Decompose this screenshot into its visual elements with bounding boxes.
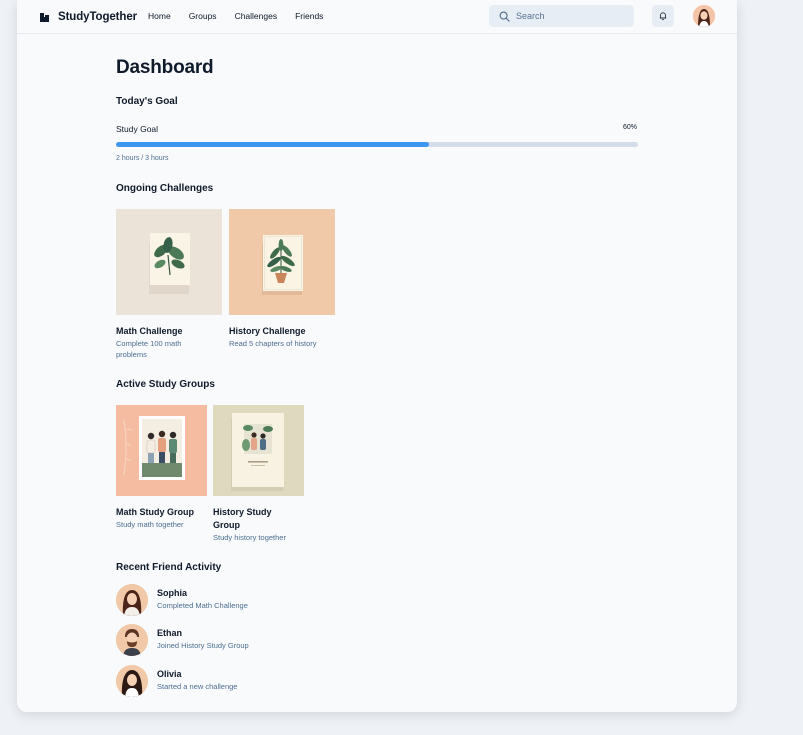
challenges-heading: Ongoing Challenges [116, 183, 214, 194]
goal-progress-bar [116, 142, 638, 147]
friend-avatar-ethan-icon [116, 624, 148, 656]
todays-goal-heading: Today's Goal [116, 96, 178, 107]
friend-avatar[interactable] [116, 624, 148, 656]
friend-avatar[interactable] [116, 584, 148, 616]
nav-friends-link[interactable]: Friends [295, 11, 323, 21]
friend-activity-text: Started a new challenge [157, 682, 238, 691]
search-icon [499, 11, 510, 22]
study-group-card-history[interactable] [213, 405, 304, 496]
friend-name: Sophia [157, 588, 188, 598]
friend-name: Ethan [157, 628, 183, 638]
friend-avatar-sophia-icon [116, 584, 148, 616]
top-nav: StudyTogether Home Groups Challenges Fri… [17, 0, 737, 34]
goal-percent: 60% [622, 124, 637, 131]
study-group-card-math[interactable] [116, 405, 207, 496]
friends-group-poster-icon [213, 405, 304, 496]
goal-detail: 2 hours / 3 hours [116, 155, 169, 162]
friend-activity-text: Completed Math Challenge [157, 601, 248, 610]
friends-group-poster-icon [116, 405, 207, 496]
friend-activity-item[interactable]: Olivia Started a new challenge [116, 665, 416, 697]
app-window: StudyTogether Home Groups Challenges Fri… [17, 0, 737, 712]
friend-activity-heading: Recent Friend Activity [116, 562, 222, 573]
study-group-subtitle: Study history together [213, 533, 286, 542]
bell-icon [659, 12, 667, 21]
challenge-title[interactable]: Math Challenge [116, 325, 222, 338]
challenge-card-math[interactable] [116, 209, 222, 315]
notifications-button[interactable] [652, 5, 674, 27]
friend-activity-text: Joined History Study Group [157, 641, 249, 650]
search-input[interactable] [516, 11, 626, 21]
logo-icon [40, 12, 49, 22]
leaf-card-art-icon [116, 209, 222, 315]
challenge-subtitle: Complete 100 math problems [116, 339, 182, 359]
study-group-title[interactable]: History Study Group [213, 506, 293, 532]
nav-challenges-link[interactable]: Challenges [235, 11, 278, 21]
page-title: Dashboard [116, 57, 214, 78]
study-group-title[interactable]: Math Study Group [116, 506, 211, 519]
study-group-subtitle: Study math together [116, 520, 184, 529]
user-avatar[interactable] [693, 5, 715, 27]
nav-home-link[interactable]: Home [148, 11, 171, 21]
friend-activity-item[interactable]: Sophia Completed Math Challenge [116, 584, 416, 616]
challenge-title[interactable]: History Challenge [229, 325, 349, 338]
friend-avatar-olivia-icon [116, 665, 148, 697]
friend-activity-item[interactable]: Ethan Joined History Study Group [116, 624, 416, 656]
nav-groups-link[interactable]: Groups [189, 11, 217, 21]
friend-name: Olivia [157, 669, 182, 679]
potted-plant-card-art-icon [229, 209, 335, 315]
search-box[interactable] [489, 5, 634, 27]
challenge-card-history[interactable] [229, 209, 335, 315]
app-name: StudyTogether [58, 11, 137, 23]
user-avatar-icon [693, 5, 715, 27]
challenge-subtitle: Read 5 chapters of history [229, 339, 317, 348]
logo[interactable]: StudyTogether [40, 11, 137, 23]
goal-label: Study Goal [116, 124, 159, 134]
study-groups-heading: Active Study Groups [116, 379, 215, 390]
main-menu: Home Groups Challenges Friends [148, 11, 341, 21]
friend-avatar[interactable] [116, 665, 148, 697]
goal-progress-fill [116, 142, 430, 147]
